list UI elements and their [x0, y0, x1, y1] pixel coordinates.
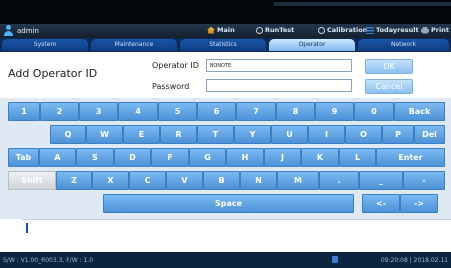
key-6[interactable]: 6 [197, 102, 236, 121]
key-2[interactable]: 2 [40, 102, 79, 121]
key-f[interactable]: F [151, 148, 189, 167]
key-j[interactable]: J [264, 148, 301, 167]
nav-print[interactable]: Print [421, 26, 449, 34]
key-r[interactable]: R [160, 125, 197, 144]
key-left-arrow[interactable]: <- [362, 194, 400, 213]
add-operator-panel: Add Operator ID Operator ID BONOTE Passw… [0, 52, 451, 98]
nav-runtest-label: RunTest [265, 26, 295, 34]
version-text: S/W : V1.00_R003.3, F/W : 1.0 [3, 257, 94, 264]
input-preview-area[interactable] [22, 219, 451, 252]
key-period[interactable]: . [319, 171, 359, 190]
top-strip-bar [274, 2, 451, 6]
key-d[interactable]: D [114, 148, 151, 167]
key-0[interactable]: 0 [354, 102, 394, 121]
key-y[interactable]: Y [234, 125, 271, 144]
key-m[interactable]: M [277, 171, 319, 190]
nav-todayresult[interactable]: Todayresult [366, 26, 419, 34]
operator-id-input[interactable]: BONOTE [206, 59, 352, 72]
key-i[interactable]: I [308, 125, 345, 144]
key-1[interactable]: 1 [8, 102, 40, 121]
key-z[interactable]: Z [56, 171, 92, 190]
key-l[interactable]: L [339, 148, 376, 167]
tab-system[interactable]: System [2, 39, 88, 51]
nav-calibration-label: Calibration [327, 26, 368, 34]
key-5[interactable]: 5 [158, 102, 197, 121]
user-icon [3, 25, 14, 36]
home-icon [207, 26, 215, 34]
key-s[interactable]: S [76, 148, 114, 167]
key-k[interactable]: K [301, 148, 339, 167]
datetime-text: 09:20:08 | 2018.02.11 [380, 257, 448, 264]
top-dark-strip [0, 0, 451, 24]
key-7[interactable]: 7 [236, 102, 276, 121]
key-3[interactable]: 3 [79, 102, 118, 121]
nav-todayresult-label: Todayresult [376, 26, 419, 34]
nav-print-label: Print [431, 26, 449, 34]
key-e[interactable]: E [123, 125, 160, 144]
nav-calibration[interactable]: Calibration [318, 26, 367, 34]
print-icon [421, 26, 429, 34]
key-g[interactable]: G [189, 148, 226, 167]
key-space[interactable]: Space [103, 194, 354, 213]
tab-statistics[interactable]: Statistics [180, 39, 266, 51]
cancel-button[interactable]: Cancel [365, 79, 413, 94]
key-w[interactable]: W [86, 125, 123, 144]
key-8[interactable]: 8 [276, 102, 315, 121]
onscreen-keyboard: 1 2 3 4 5 6 7 8 9 0 Back Q W E R T Y U I… [0, 98, 451, 219]
nav-main[interactable]: Main [207, 26, 235, 34]
lock-icon [332, 256, 338, 263]
settings-tabs: System Maintenance Statistics Operator N… [0, 38, 451, 52]
key-minus[interactable]: - [403, 171, 445, 190]
key-a[interactable]: A [39, 148, 76, 167]
key-underscore[interactable]: _ [359, 171, 403, 190]
key-b[interactable]: B [203, 171, 240, 190]
calibration-icon [318, 26, 325, 34]
status-bar: S/W : V1.00_R003.3, F/W : 1.0 09:20:08 |… [0, 252, 451, 268]
tab-maintenance[interactable]: Maintenance [91, 39, 177, 51]
key-v[interactable]: V [166, 171, 203, 190]
header-bar: admin Main RunTest Calibration Todayresu… [0, 24, 451, 38]
password-input[interactable] [206, 79, 352, 92]
key-x[interactable]: X [92, 171, 129, 190]
tab-network[interactable]: Network [358, 39, 449, 51]
key-p[interactable]: P [382, 125, 414, 144]
text-area-margin [0, 219, 22, 252]
password-label: Password [152, 82, 190, 91]
key-h[interactable]: H [226, 148, 264, 167]
page-title: Add Operator ID [8, 67, 98, 80]
nav-main-label: Main [217, 26, 235, 34]
key-u[interactable]: U [271, 125, 308, 144]
user-indicator: admin [3, 25, 39, 36]
key-4[interactable]: 4 [118, 102, 158, 121]
user-name: admin [17, 26, 39, 35]
runtest-icon [256, 26, 263, 34]
tab-operator[interactable]: Operator [269, 39, 355, 51]
key-t[interactable]: T [197, 125, 234, 144]
key-enter[interactable]: Enter [376, 148, 445, 167]
key-right-arrow[interactable]: -> [400, 194, 438, 213]
key-tab[interactable]: Tab [8, 148, 39, 167]
key-c[interactable]: C [129, 171, 166, 190]
key-n[interactable]: N [240, 171, 277, 190]
key-back[interactable]: Back [394, 102, 445, 121]
operator-id-label: Operator ID [152, 61, 199, 70]
ok-button[interactable]: OK [365, 59, 413, 74]
key-del[interactable]: Del [414, 125, 445, 144]
key-o[interactable]: O [345, 125, 382, 144]
text-caret [26, 223, 28, 233]
list-icon [366, 26, 374, 34]
key-q[interactable]: Q [50, 125, 86, 144]
key-9[interactable]: 9 [315, 102, 354, 121]
nav-runtest[interactable]: RunTest [256, 26, 294, 34]
key-shift[interactable]: Shift [8, 171, 56, 190]
